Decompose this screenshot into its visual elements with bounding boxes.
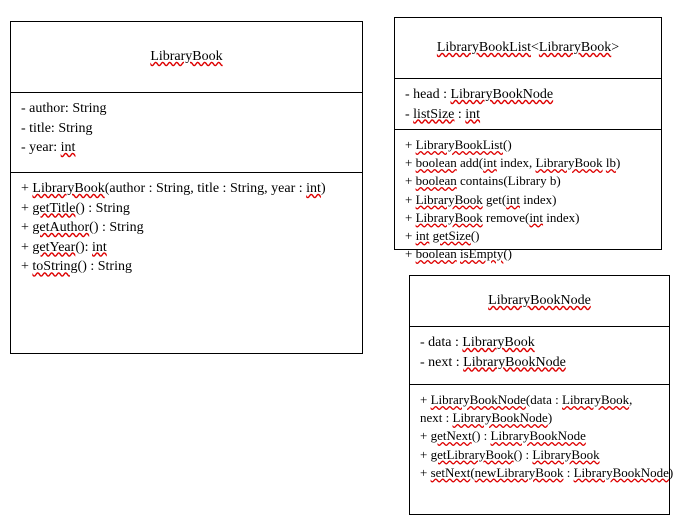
operations-section: + LibraryBookList() + boolean add(int in…	[395, 129, 661, 249]
class-title-section: LibraryBook	[11, 22, 362, 92]
operation-row: + LibraryBook remove(int index)	[405, 209, 651, 227]
operation-row: + LibraryBookNode(data : LibraryBook,	[420, 391, 659, 409]
class-box-librarybooklist: LibraryBookList<LibraryBook> - head : Li…	[394, 17, 662, 250]
operation-row: + LibraryBook get(int index)	[405, 191, 651, 209]
operation-row: + getNext() : LibraryBookNode	[420, 427, 659, 445]
operations-section: + LibraryBook(author : String, title : S…	[11, 172, 362, 353]
operation-row: + LibraryBookList()	[405, 136, 651, 154]
class-title: LibraryBook	[150, 49, 222, 65]
operation-row: + boolean add(int index, LibraryBook lb)	[405, 154, 651, 172]
class-box-librarybook: LibraryBook - author: String - title: St…	[10, 21, 363, 354]
operation-row: next : LibraryBookNode)	[420, 409, 659, 427]
class-title: LibraryBookNode	[488, 293, 591, 309]
operation-row: + getYear(): int	[21, 238, 352, 258]
attribute-row: - author: String	[21, 99, 352, 119]
class-title-section: LibraryBookList<LibraryBook>	[395, 18, 661, 78]
operation-row: + toString() : String	[21, 257, 352, 277]
operation-row: + getAuthor() : String	[21, 218, 352, 238]
operation-row: + getTitle() : String	[21, 199, 352, 219]
attributes-section: - author: String - title: String - year:…	[11, 92, 362, 172]
operation-row: + boolean contains(Library b)	[405, 172, 651, 190]
class-box-librarybooknode: LibraryBookNode - data : LibraryBook - n…	[409, 275, 670, 515]
attribute-row: - head : LibraryBookNode	[405, 85, 651, 105]
operation-row: + LibraryBook(author : String, title : S…	[21, 179, 352, 199]
operation-row: + setNext(newLibraryBook : LibraryBookNo…	[420, 464, 659, 482]
attributes-section: - head : LibraryBookNode - listSize : in…	[395, 78, 661, 129]
attribute-row: - title: String	[21, 119, 352, 139]
operation-row: + boolean isEmpty()	[405, 245, 651, 263]
attribute-row: - data : LibraryBook	[420, 333, 659, 353]
attribute-row: - next : LibraryBookNode	[420, 353, 659, 373]
class-title: LibraryBookList<LibraryBook>	[437, 40, 619, 56]
attribute-row: - year: int	[21, 138, 352, 158]
operation-row: + getLibraryBook() : LibraryBook	[420, 446, 659, 464]
attributes-section: - data : LibraryBook - next : LibraryBoo…	[410, 326, 669, 384]
operations-section: + LibraryBookNode(data : LibraryBook, ne…	[410, 384, 669, 488]
operation-row: + int getSize()	[405, 227, 651, 245]
class-title-section: LibraryBookNode	[410, 276, 669, 326]
attribute-row: - listSize : int	[405, 105, 651, 125]
